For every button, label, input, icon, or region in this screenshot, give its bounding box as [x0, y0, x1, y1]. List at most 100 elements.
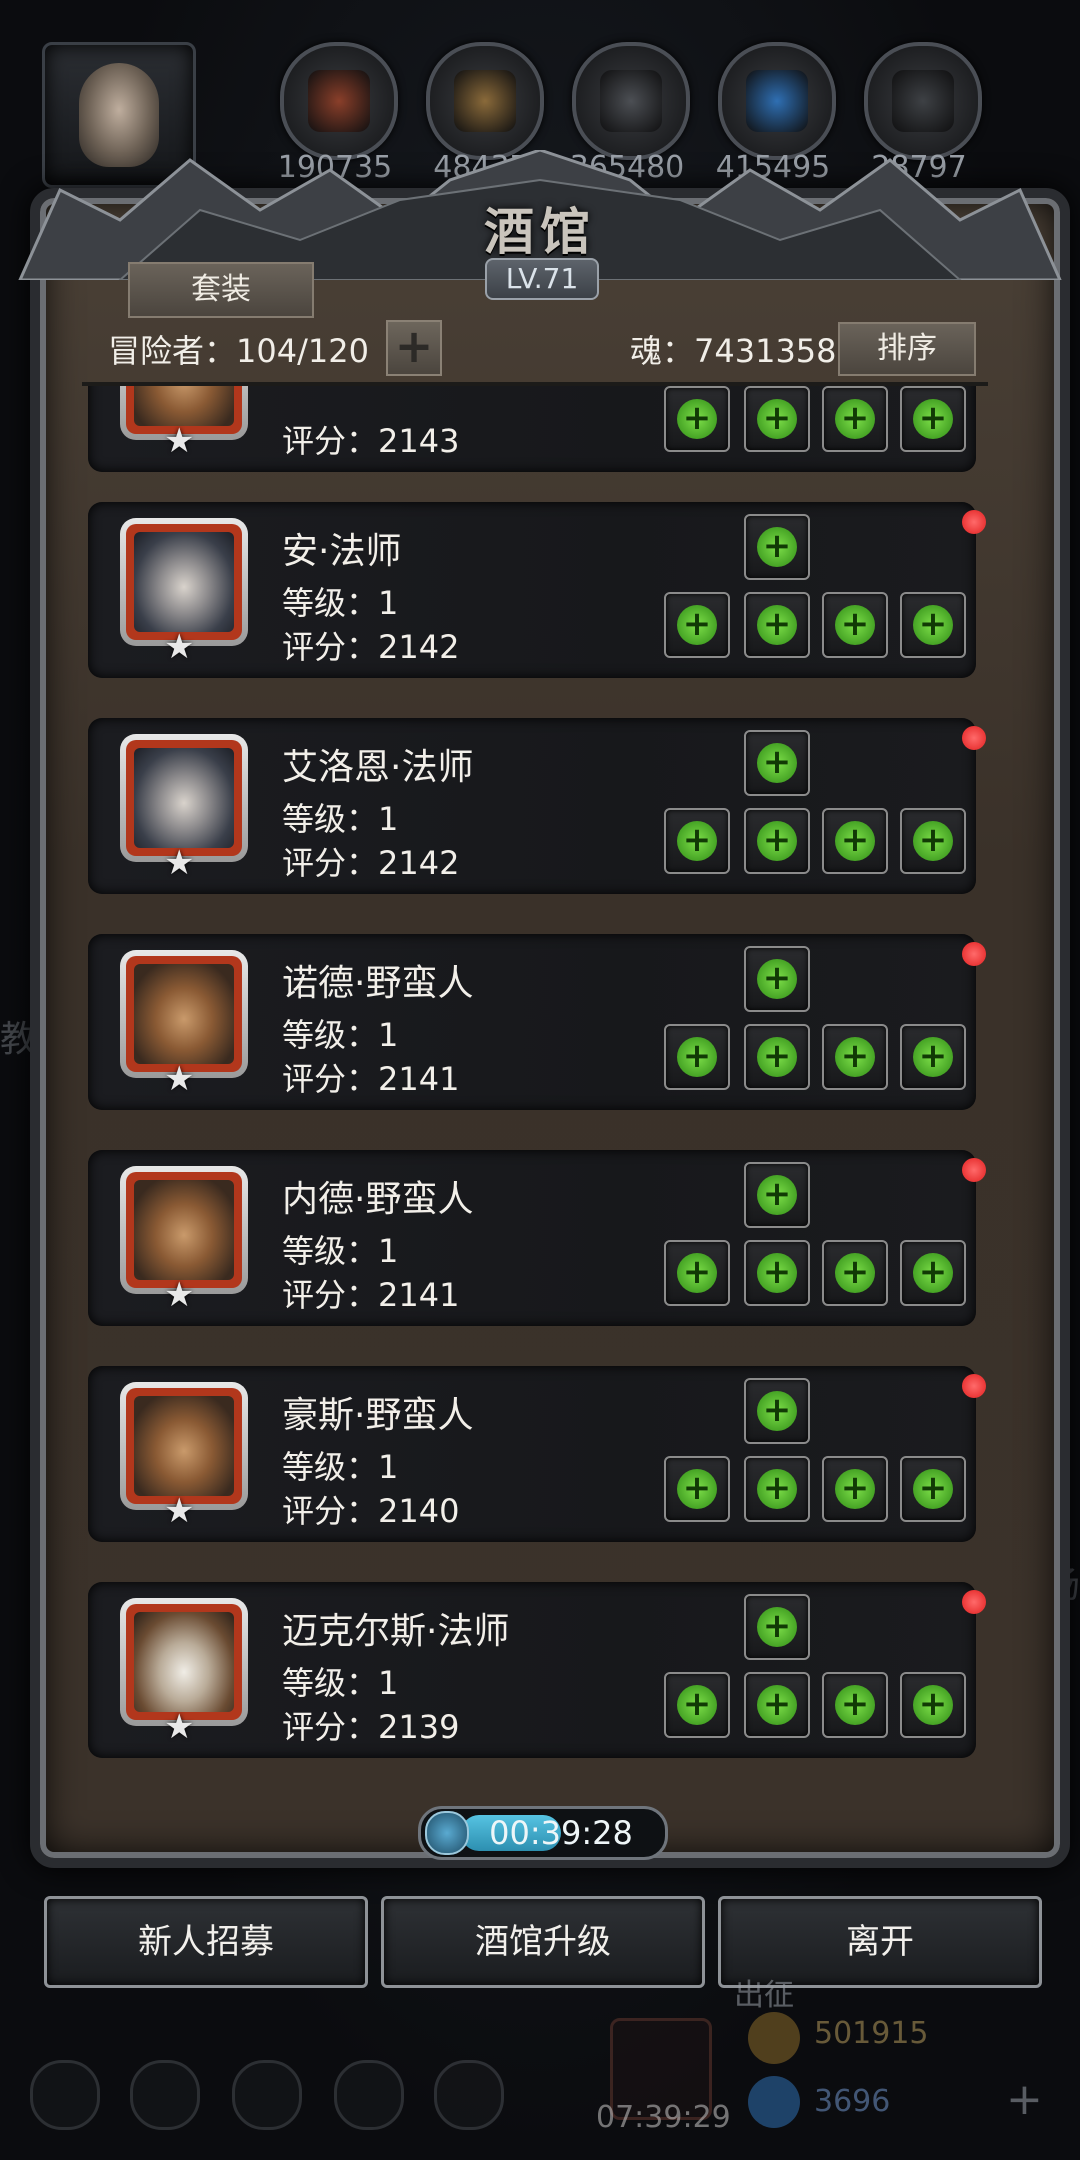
equipment-slot[interactable]: + [664, 1240, 730, 1306]
hero-card[interactable]: ★ 迈克尔斯·法师 等级：1 评分：2139 + + + + + [88, 1582, 986, 1758]
equipment-slot[interactable]: + [822, 592, 888, 658]
hero-list[interactable]: ★ 评分：2143 + + + + ★ 安·法师 等级：1 评分：2142 + + + + + ★ 艾洛恩·法师… [78, 386, 998, 1766]
equipment-slot-top[interactable]: + [744, 1378, 810, 1444]
new-indicator-dot [962, 1158, 986, 1182]
hero-portrait-image [134, 748, 234, 848]
equipment-slot[interactable]: + [744, 386, 810, 452]
equipment-slot[interactable]: + [822, 1456, 888, 1522]
equipment-slot[interactable]: + [744, 1240, 810, 1306]
timer-value: 00:39:28 [489, 1814, 633, 1852]
add-equipment-icon: + [835, 821, 875, 861]
equipment-slot[interactable]: + [664, 1672, 730, 1738]
equipment-slot[interactable]: + [822, 1672, 888, 1738]
gold-icon [748, 2012, 800, 2064]
equipment-slot[interactable]: + [900, 1240, 966, 1306]
hero-score: 评分：2140 [282, 1492, 460, 1530]
new-indicator-dot [962, 510, 986, 534]
hero-card[interactable]: ★ 艾洛恩·法师 等级：1 评分：2142 + + + + + [88, 718, 986, 894]
equipment-slot[interactable]: + [822, 386, 888, 452]
equipment-slot[interactable]: + [744, 592, 810, 658]
add-equipment-icon: + [677, 821, 717, 861]
add-equipment-icon: + [757, 1685, 797, 1725]
meat-icon [308, 70, 370, 132]
sort-button[interactable]: 排序 [838, 322, 976, 376]
add-equipment-icon: + [757, 605, 797, 645]
hero-card[interactable]: ★ 评分：2143 + + + + [88, 386, 976, 472]
star-icon: ★ [164, 1707, 195, 1747]
equipment-slot[interactable]: + [664, 1024, 730, 1090]
hero-card[interactable]: ★ 诺德·野蛮人 等级：1 评分：2141 + + + + + [88, 934, 986, 1110]
equipment-slot[interactable]: + [744, 1456, 810, 1522]
equipment-slot[interactable]: + [900, 592, 966, 658]
hero-level: 等级：1 [282, 1664, 399, 1702]
equipment-slot[interactable]: + [664, 592, 730, 658]
upgrade-tavern-button[interactable]: 酒馆升级 [381, 1896, 705, 1988]
equipment-slot[interactable]: + [900, 386, 966, 452]
add-equipment-icon: + [757, 1037, 797, 1077]
set-button[interactable]: 套装 [128, 262, 314, 318]
equipment-slot[interactable]: + [664, 1456, 730, 1522]
hero-name: 内德·野蛮人 [282, 1179, 474, 1220]
equipment-slot[interactable]: + [664, 808, 730, 874]
star-icon: ★ [164, 1275, 195, 1315]
equipment-slot[interactable]: + [900, 1456, 966, 1522]
hero-level: 等级：1 [282, 584, 399, 622]
resource-wood-icon[interactable] [426, 42, 544, 160]
add-gems-icon[interactable]: + [1006, 2074, 1043, 2125]
gift-timer: 07:39:29 [596, 2100, 731, 2135]
recruit-button[interactable]: 新人招募 [44, 1896, 368, 1988]
crystal-icon [746, 70, 808, 132]
star-icon[interactable] [130, 2060, 200, 2130]
adventurer-count: 冒险者：104/120 [108, 332, 369, 370]
hero-card[interactable]: ★ 豪斯·野蛮人 等级：1 评分：2140 + + + + + [88, 1366, 986, 1542]
settings-gear-icon[interactable] [30, 2060, 100, 2130]
add-equipment-icon: + [677, 605, 717, 645]
hero-name: 迈克尔斯·法师 [282, 1611, 510, 1652]
equipment-slot[interactable]: + [900, 808, 966, 874]
equipment-slot-top[interactable]: + [744, 730, 810, 796]
equipment-slot-top[interactable]: + [744, 1162, 810, 1228]
add-equipment-icon: + [677, 399, 717, 439]
hero-card[interactable]: ★ 内德·野蛮人 等级：1 评分：2141 + + + + + [88, 1150, 986, 1326]
equipment-slot[interactable]: + [822, 808, 888, 874]
equipment-slot-top[interactable]: + [744, 1594, 810, 1660]
gem-icon [748, 2076, 800, 2128]
add-equipment-icon: + [913, 1253, 953, 1293]
add-equipment-icon: + [757, 959, 797, 999]
add-equipment-icon: + [757, 1607, 797, 1647]
tavern-level-badge: LV.71 [485, 258, 599, 300]
wood-icon [454, 70, 516, 132]
shop-icon[interactable] [434, 2060, 504, 2130]
equipment-slot[interactable]: + [900, 1024, 966, 1090]
expand-capacity-button[interactable]: + [386, 320, 442, 376]
equipment-slot[interactable]: + [822, 1024, 888, 1090]
add-equipment-icon: + [835, 605, 875, 645]
hero-portrait-image [134, 1396, 234, 1496]
equipment-slot[interactable]: + [744, 808, 810, 874]
equipment-slot[interactable]: + [744, 1024, 810, 1090]
hero-name: 安·法师 [282, 531, 402, 572]
equipment-slot[interactable]: + [822, 1240, 888, 1306]
hero-card[interactable]: ★ 安·法师 等级：1 评分：2142 + + + + + [88, 502, 986, 678]
add-equipment-icon: + [835, 399, 875, 439]
star-icon: ★ [164, 843, 195, 883]
equipment-slot-top[interactable]: + [744, 514, 810, 580]
hero-name: 诺德·野蛮人 [282, 963, 474, 1004]
star-icon: ★ [164, 421, 195, 461]
equipment-slot[interactable]: + [664, 386, 730, 452]
soul-count: 魂：7431358 [630, 332, 837, 370]
expedition-label: 出征 [734, 1978, 794, 2013]
mail-icon[interactable] [334, 2060, 404, 2130]
resource-stone-icon[interactable] [864, 42, 982, 160]
add-equipment-icon: + [835, 1037, 875, 1077]
add-equipment-icon: + [677, 1685, 717, 1725]
resource-crystal-icon[interactable] [718, 42, 836, 160]
quest-icon[interactable] [232, 2060, 302, 2130]
equipment-slot[interactable]: + [744, 1672, 810, 1738]
resource-iron-icon[interactable] [572, 42, 690, 160]
hero-portrait-frame [126, 524, 242, 640]
equipment-slot[interactable]: + [900, 1672, 966, 1738]
resource-meat-icon[interactable] [280, 42, 398, 160]
equipment-slot-top[interactable]: + [744, 946, 810, 1012]
hero-portrait-image [134, 1180, 234, 1280]
